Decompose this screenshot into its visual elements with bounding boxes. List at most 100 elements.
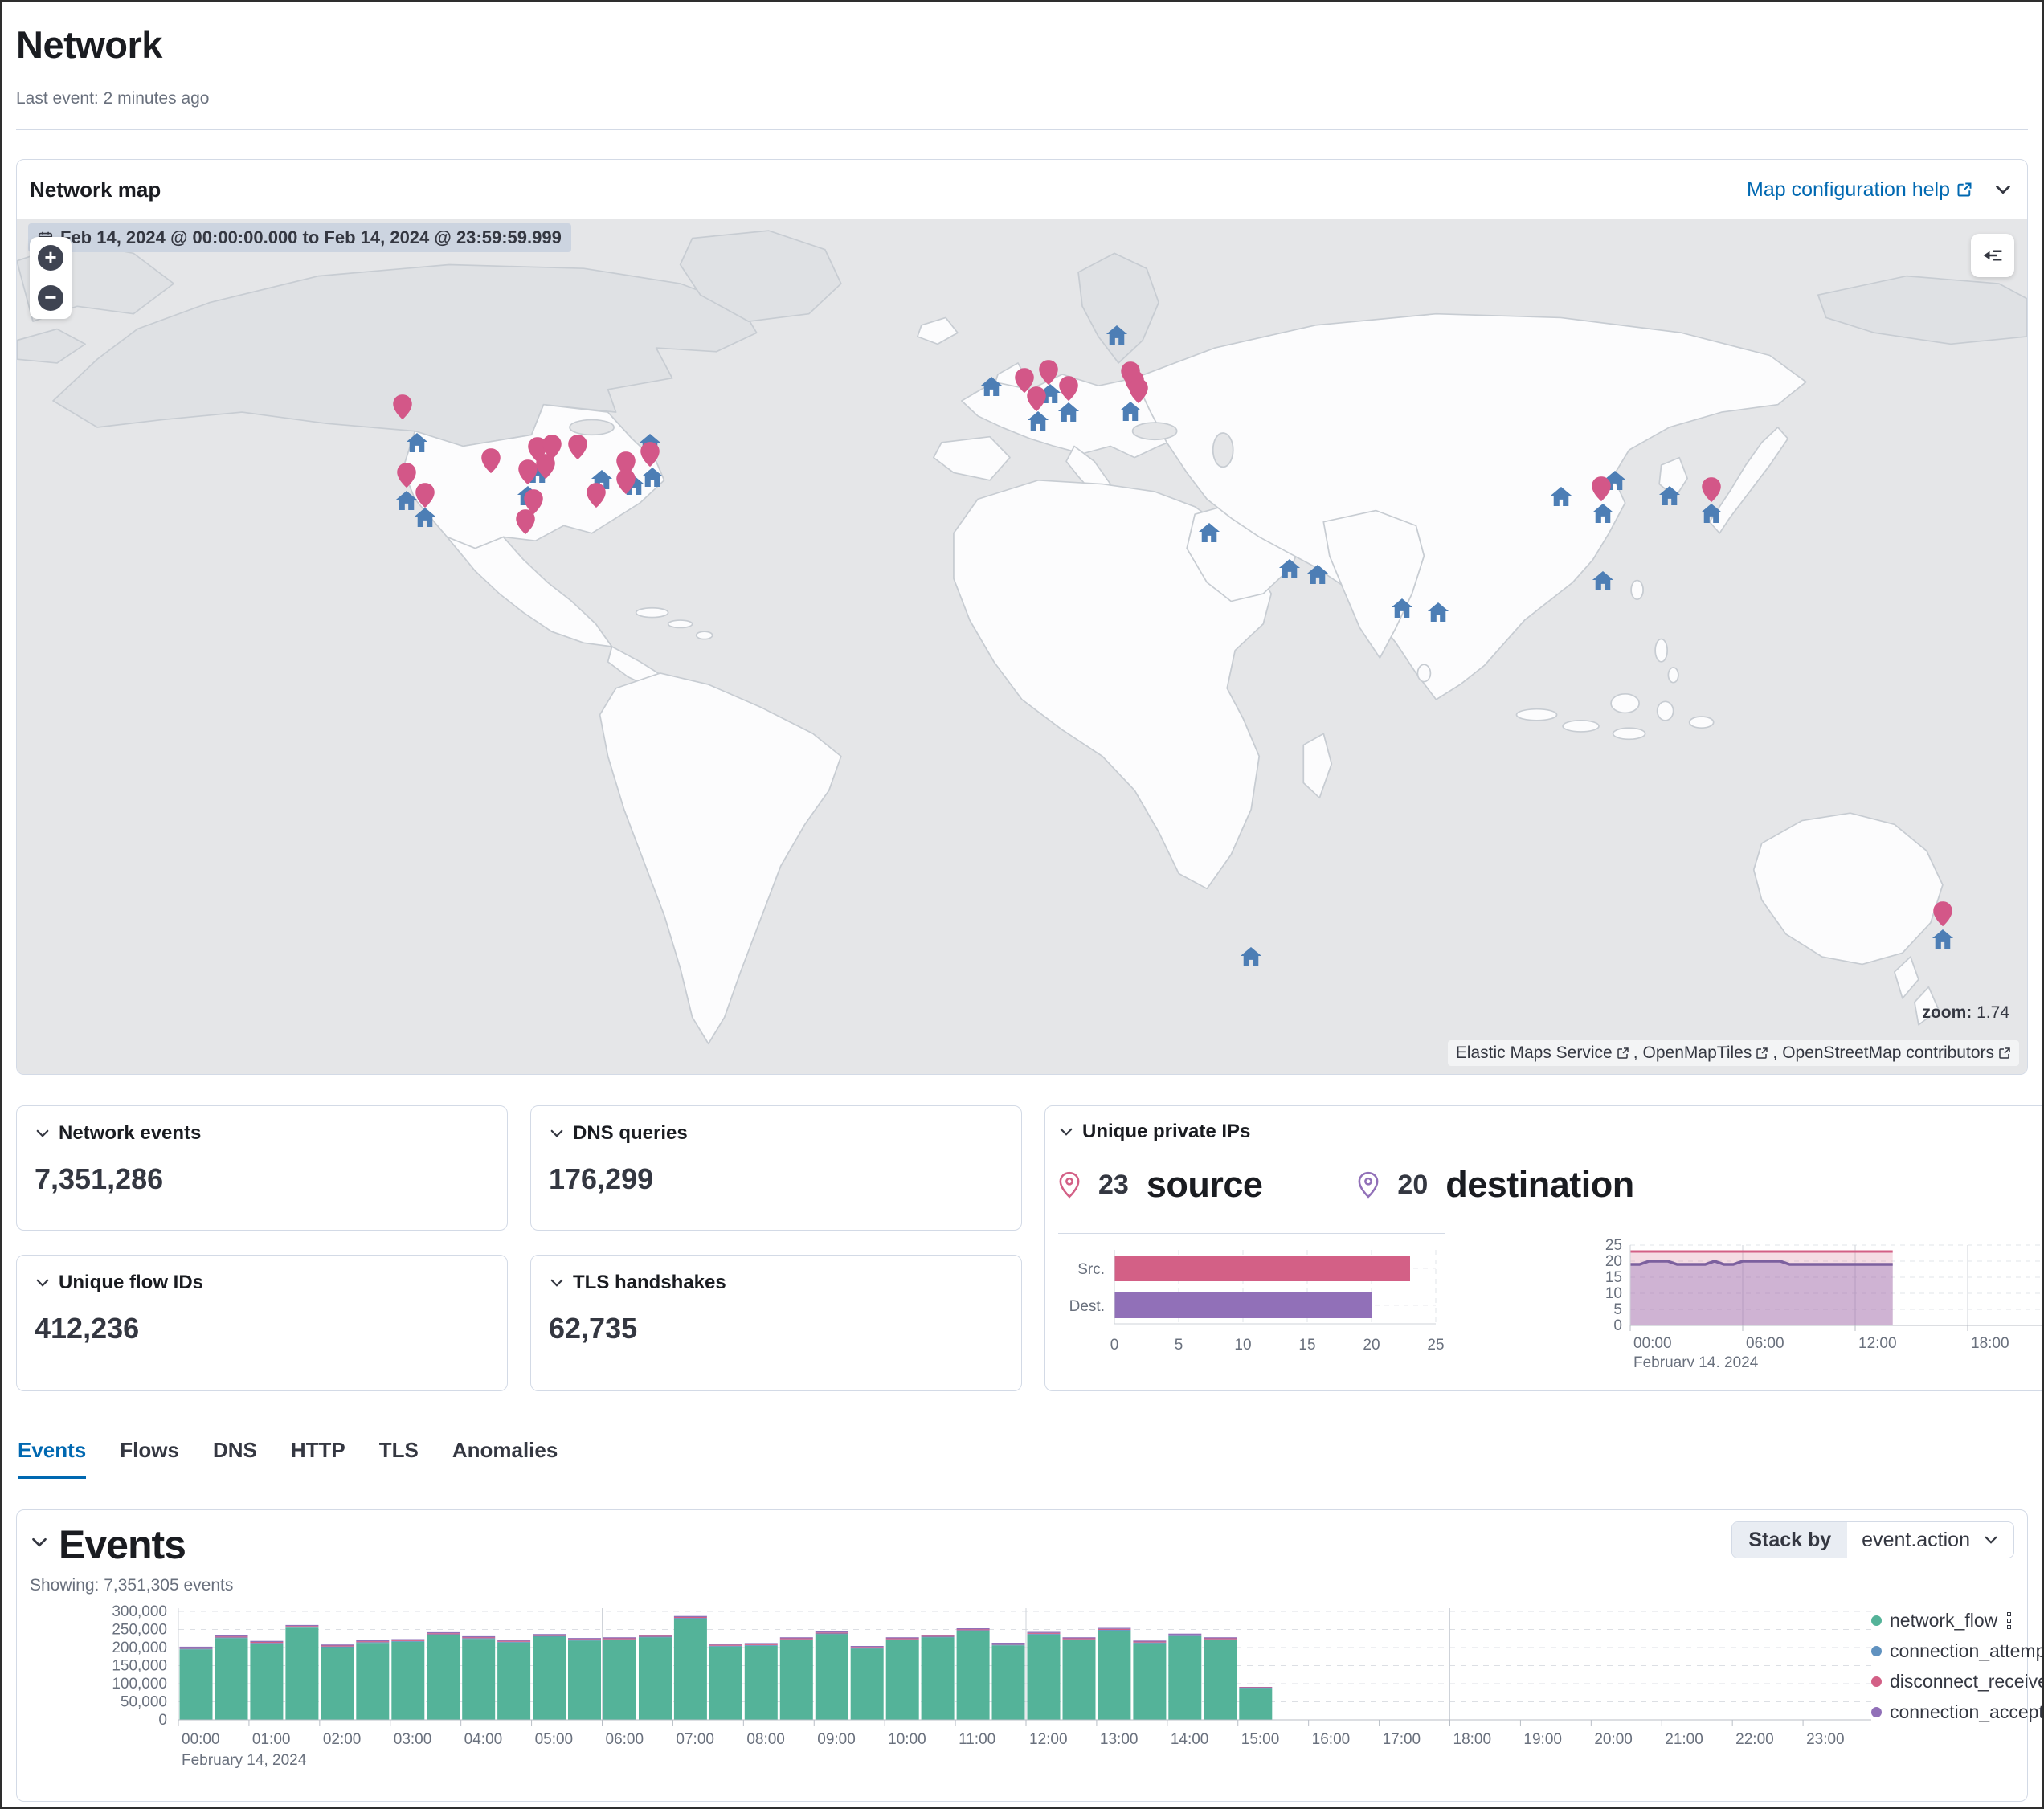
source-pin-icon	[587, 483, 606, 508]
map-destination-marker[interactable]	[1932, 929, 1953, 953]
map-destination-marker[interactable]	[1028, 411, 1049, 435]
stat-card-dns-queries: DNS queries 176,299	[530, 1105, 1022, 1231]
chevron-down-icon[interactable]	[549, 1275, 565, 1291]
svg-text:25: 25	[1427, 1337, 1444, 1354]
legend-item-connection-attempted[interactable]: connection_attempted	[1871, 1640, 2014, 1662]
stat-title: Unique flow IDs	[59, 1272, 203, 1294]
map-destination-marker[interactable]	[1427, 602, 1449, 626]
svg-text:06:00: 06:00	[606, 1731, 644, 1748]
svg-text:09:00: 09:00	[817, 1731, 856, 1748]
svg-text:16:00: 16:00	[1312, 1731, 1351, 1748]
map-legend-toggle-button[interactable]	[1971, 234, 2014, 277]
map-source-marker[interactable]	[397, 463, 416, 492]
tab-dns[interactable]: DNS	[213, 1438, 257, 1479]
map-configuration-help-link[interactable]: Map configuration help	[1747, 178, 1972, 202]
legend-item-connection-accepted[interactable]: connection_accepted	[1871, 1701, 2014, 1723]
stat-card-tls-handshakes: TLS handshakes 62,735	[530, 1255, 1022, 1391]
map-source-marker[interactable]	[393, 394, 412, 423]
map-source-marker[interactable]	[516, 509, 535, 538]
map-date-range-text: Feb 14, 2024 @ 00:00:00.000 to Feb 14, 2…	[60, 227, 562, 248]
chevron-down-icon[interactable]	[1058, 1124, 1074, 1140]
map-source-marker[interactable]	[415, 483, 435, 512]
svg-text:5: 5	[1613, 1301, 1622, 1318]
map-destination-marker[interactable]	[1658, 486, 1680, 509]
map-zoom-controls: + −	[30, 237, 72, 319]
legend-item-disconnect-received[interactable]: disconnect_received	[1871, 1671, 2014, 1693]
map-destination-marker[interactable]	[1391, 598, 1412, 622]
map-source-marker[interactable]	[587, 483, 606, 512]
map-source-marker[interactable]	[1592, 476, 1611, 505]
map-destination-marker[interactable]	[1550, 487, 1572, 510]
legend-item-network-flow[interactable]: network_flow	[1871, 1610, 2014, 1631]
map-destination-marker[interactable]	[981, 377, 1003, 400]
svg-text:15: 15	[1605, 1269, 1622, 1286]
attribution-link-elastic-maps[interactable]: Elastic Maps Service,	[1456, 1043, 1638, 1063]
map-source-marker[interactable]	[536, 454, 555, 483]
legend-dot	[1871, 1676, 1882, 1687]
attribution-link-openstreetmap[interactable]: OpenStreetMap contributors	[1782, 1043, 2011, 1063]
legend-label: network_flow	[1890, 1610, 1999, 1631]
destination-label: destination	[1445, 1164, 1634, 1206]
events-title: Events	[59, 1525, 186, 1565]
map-destination-marker[interactable]	[1592, 571, 1614, 594]
svg-text:01:00: 01:00	[252, 1731, 291, 1748]
chevron-down-icon[interactable]	[30, 1533, 49, 1552]
map-destination-marker[interactable]	[1241, 948, 1262, 971]
map-destination-marker[interactable]	[1106, 325, 1127, 349]
chevron-down-icon[interactable]	[35, 1125, 51, 1141]
map-source-marker[interactable]	[1129, 378, 1148, 407]
map-source-marker[interactable]	[518, 459, 538, 488]
source-pin-icon	[1039, 360, 1058, 385]
unique-source-ips-stat: 23 source	[1058, 1164, 1262, 1206]
map-destination-marker[interactable]	[641, 468, 663, 491]
svg-text:0: 0	[1110, 1337, 1119, 1354]
stack-by-control: Stack by event.action	[1731, 1521, 2014, 1558]
map-source-marker[interactable]	[616, 469, 636, 498]
map-source-marker[interactable]	[568, 435, 587, 463]
events-histogram[interactable]: 050,000100,000150,000200,000250,000300,0…	[30, 1603, 1871, 1774]
svg-text:100,000: 100,000	[112, 1676, 167, 1693]
network-page: Network Last event: 2 minutes ago Networ…	[0, 0, 2044, 1809]
map-source-marker[interactable]	[1027, 386, 1046, 415]
source-ip-count: 23	[1098, 1170, 1129, 1201]
svg-text:17:00: 17:00	[1383, 1731, 1421, 1748]
stack-by-select[interactable]: event.action	[1847, 1522, 2013, 1558]
collapse-legend-icon	[1981, 244, 2004, 267]
tab-anomalies[interactable]: Anomalies	[452, 1438, 558, 1479]
map-canvas[interactable]: Feb 14, 2024 @ 00:00:00.000 to Feb 14, 2…	[17, 219, 2027, 1074]
source-pin-icon	[568, 435, 587, 459]
map-source-marker[interactable]	[481, 448, 501, 477]
map-destination-marker[interactable]	[1198, 523, 1220, 546]
svg-text:15: 15	[1298, 1337, 1315, 1354]
map-destination-marker[interactable]	[406, 433, 427, 456]
map-source-marker[interactable]	[1059, 376, 1078, 405]
destination-house-icon	[1658, 486, 1680, 505]
tab-tls[interactable]: TLS	[379, 1438, 419, 1479]
chevron-down-icon[interactable]	[35, 1275, 51, 1291]
map-source-marker[interactable]	[1039, 360, 1058, 389]
map-destination-marker[interactable]	[1278, 559, 1300, 582]
tab-http[interactable]: HTTP	[291, 1438, 345, 1479]
map-destination-marker[interactable]	[1592, 504, 1614, 527]
zoom-in-button[interactable]: +	[38, 245, 63, 271]
svg-text:03:00: 03:00	[394, 1731, 432, 1748]
tab-flows[interactable]: Flows	[120, 1438, 179, 1479]
zoom-out-button[interactable]: −	[38, 285, 63, 311]
svg-text:15:00: 15:00	[1241, 1731, 1280, 1748]
svg-text:11:00: 11:00	[959, 1731, 995, 1748]
collapse-panel-chevron-icon[interactable]	[1993, 180, 2013, 199]
map-source-marker[interactable]	[1702, 478, 1721, 507]
source-pin-icon	[518, 459, 538, 484]
map-source-marker[interactable]	[640, 442, 660, 471]
chevron-down-icon[interactable]	[549, 1125, 565, 1141]
tab-events[interactable]: Events	[18, 1438, 86, 1479]
map-destination-marker[interactable]	[1057, 402, 1079, 426]
attribution-link-openmaptiles[interactable]: OpenMapTiles,	[1643, 1043, 1778, 1063]
svg-text:07:00: 07:00	[676, 1731, 714, 1748]
legend-item-actions-icon[interactable]	[2007, 1612, 2014, 1629]
source-pin-icon	[616, 469, 636, 494]
map-destination-marker[interactable]	[1701, 504, 1723, 527]
map-destination-marker[interactable]	[1306, 565, 1328, 588]
map-source-marker[interactable]	[1933, 901, 1952, 930]
svg-text:Dest.: Dest.	[1069, 1298, 1105, 1315]
